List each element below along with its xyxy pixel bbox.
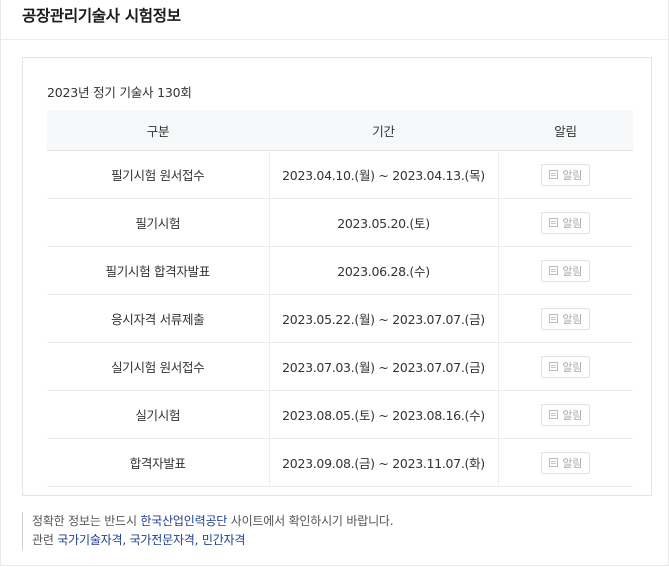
calendar-icon [549,218,559,227]
row-category: 필기시험 원서접수 [47,150,269,199]
row-alarm-cell: 알림 [497,342,633,391]
table-row: 응시자격 서류제출 2023.05.22.(월) ~ 2023.07.07.(금… [47,294,633,343]
alarm-label: 알림 [562,360,583,374]
row-period: 2023.09.08.(금) ~ 2023.11.07.(화) [268,438,498,487]
table-row: 필기시험 원서접수 2023.04.10.(월) ~ 2023.04.13.(목… [47,150,633,199]
table-row: 필기시험 2023.05.20.(토) 알림 [47,198,633,247]
row-category: 필기시험 [47,198,269,247]
row-alarm-cell: 알림 [497,390,633,439]
row-alarm-cell: 알림 [497,150,633,199]
column-header-category: 구분 [47,110,269,151]
calendar-icon [549,170,559,179]
link-separator: , [194,533,202,547]
calendar-icon [549,410,559,419]
alarm-label: 알림 [562,168,583,182]
notice-line-2: 관련 국가기술자격, 국가전문자격, 민간자격 [32,531,393,550]
table-row: 합격자발표 2023.09.08.(금) ~ 2023.11.07.(화) 알림 [47,438,633,487]
row-alarm-cell: 알림 [497,246,633,295]
column-header-period: 기간 [269,110,498,151]
alarm-button[interactable]: 알림 [541,163,591,186]
alarm-button[interactable]: 알림 [541,451,591,474]
row-alarm-cell: 알림 [497,198,633,247]
alarm-label: 알림 [562,408,583,422]
calendar-icon [549,458,559,467]
row-period: 2023.04.10.(월) ~ 2023.04.13.(목) [268,150,498,199]
table-row: 필기시험 합격자발표 2023.06.28.(수) 알림 [47,246,633,295]
alarm-label: 알림 [562,456,583,470]
alarm-button[interactable]: 알림 [541,259,591,282]
table-row: 실기시험 2023.08.05.(토) ~ 2023.08.16.(수) 알림 [47,390,633,439]
exam-schedule-table: 구분 기간 알림 필기시험 원서접수 2023.04.10.(월) ~ 2023… [47,110,633,487]
alarm-label: 알림 [562,216,583,230]
alarm-button[interactable]: 알림 [541,355,591,378]
notice-text-suffix: 사이트에서 확인하시기 바랍니다. [227,514,394,528]
exam-schedule-box: 2023년 정기 기술사 130회 구분 기간 알림 필기시험 원서접수 202… [22,57,652,496]
calendar-icon [549,362,559,371]
row-alarm-cell: 알림 [497,294,633,343]
row-category: 실기시험 원서접수 [47,342,269,391]
national-technical-link[interactable]: 국가기술자격 [57,533,122,547]
row-category: 응시자격 서류제출 [47,294,269,343]
exam-round-title: 2023년 정기 기술사 130회 [47,85,192,100]
column-header-alarm: 알림 [498,110,633,151]
private-qualification-link[interactable]: 민간자격 [202,533,246,547]
related-label: 관련 [32,533,58,547]
alarm-button[interactable]: 알림 [541,403,591,426]
exam-info-panel: 공장관리기술사 시험정보 2023년 정기 기술사 130회 구분 기간 알림 … [0,0,669,566]
calendar-icon [549,266,559,275]
alarm-button[interactable]: 알림 [541,307,591,330]
row-alarm-cell: 알림 [497,438,633,487]
notice-text: 정확한 정보는 반드시 한국산업인력공단 사이트에서 확인하시기 바랍니다. 관… [22,512,394,550]
national-professional-link[interactable]: 국가전문자격 [130,533,195,547]
row-category: 필기시험 합격자발표 [47,246,269,295]
notice-text-prefix: 정확한 정보는 반드시 [32,514,141,528]
link-separator: , [122,533,130,547]
alarm-label: 알림 [562,264,583,278]
row-period: 2023.05.22.(월) ~ 2023.07.07.(금) [268,294,498,343]
calendar-icon [549,314,559,323]
table-row: 실기시험 원서접수 2023.07.03.(월) ~ 2023.07.07.(금… [47,342,633,391]
panel-title: 공장관리기술사 시험정보 [22,7,181,25]
row-category: 실기시험 [47,390,269,439]
hrdkorea-link[interactable]: 한국산업인력공단 [140,514,227,528]
table-header-row: 구분 기간 알림 [47,110,633,151]
alarm-label: 알림 [562,312,583,326]
row-period: 2023.08.05.(토) ~ 2023.08.16.(수) [268,390,498,439]
row-category: 합격자발표 [47,438,269,487]
row-period: 2023.07.03.(월) ~ 2023.07.07.(금) [268,342,498,391]
title-divider [1,39,668,40]
row-period: 2023.06.28.(수) [268,246,498,295]
notice-line-1: 정확한 정보는 반드시 한국산업인력공단 사이트에서 확인하시기 바랍니다. [32,512,394,531]
row-period: 2023.05.20.(토) [268,198,498,247]
alarm-button[interactable]: 알림 [541,211,591,234]
